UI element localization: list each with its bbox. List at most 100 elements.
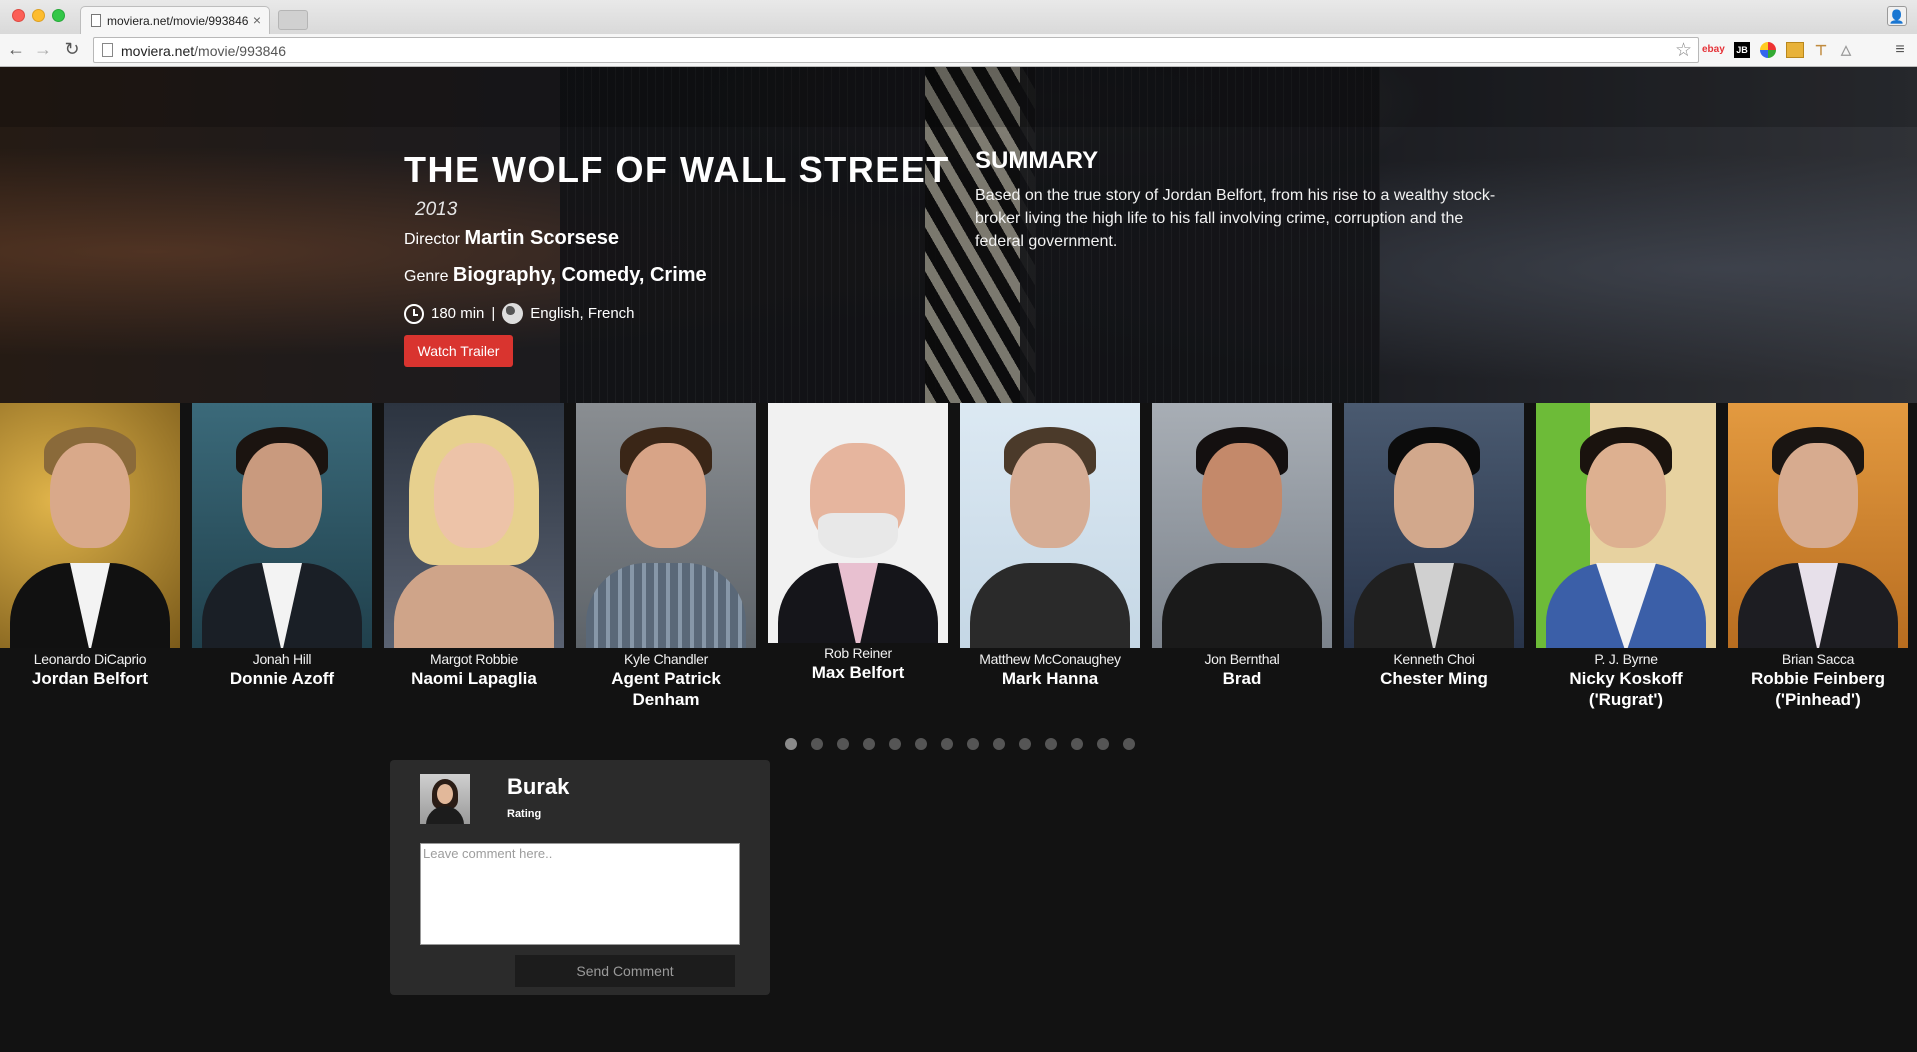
actor-name[interactable]: Jonah Hill	[192, 651, 372, 667]
cast-card[interactable]: P. J. Byrne Nicky Koskoff ('Rugrat')	[1536, 403, 1716, 710]
menu-icon[interactable]: ≡	[1893, 42, 1907, 58]
character-name: Max Belfort	[811, 663, 905, 682]
actor-name[interactable]: Kenneth Choi	[1344, 651, 1524, 667]
cast-card[interactable]: Margot Robbie Naomi Lapaglia	[384, 403, 564, 689]
browser-tab[interactable]: moviera.net/movie/993846 ×	[80, 6, 270, 34]
carousel-dot[interactable]	[1019, 738, 1031, 750]
actor-name[interactable]: Rob Reiner	[768, 645, 948, 661]
carousel-dot[interactable]	[889, 738, 901, 750]
window-maximize-button[interactable]	[52, 9, 65, 22]
page-content: THE WOLF OF WALL STREET 2013 Director Ma…	[0, 67, 1917, 1052]
browser-toolbar: ← → ↻ moviera.net/movie/993846 ☆ ebay JB…	[0, 34, 1917, 67]
cast-card[interactable]: Jon Bernthal Brad	[1152, 403, 1332, 689]
languages: English, French	[530, 305, 635, 322]
color-extension-icon[interactable]	[1760, 42, 1776, 58]
comment-input[interactable]	[420, 843, 740, 945]
new-tab-button[interactable]	[278, 10, 308, 30]
folder-extension-icon[interactable]	[1786, 42, 1804, 58]
address-url[interactable]: moviera.net/movie/993846	[121, 43, 286, 59]
director-row: Director Martin Scorsese	[404, 227, 619, 250]
tab-close-icon[interactable]: ×	[253, 12, 261, 28]
character-name: Nicky Koskoff ('Rugrat')	[1569, 669, 1683, 709]
cast-photo[interactable]	[1152, 403, 1332, 648]
reload-icon[interactable]: ↻	[61, 38, 83, 60]
jb-extension-icon[interactable]: JB	[1734, 42, 1750, 58]
watch-trailer-button[interactable]: Watch Trailer	[404, 335, 513, 367]
comment-username: Burak	[507, 774, 570, 799]
clock-icon	[404, 303, 424, 324]
movie-year: 2013	[415, 199, 458, 220]
actor-name[interactable]: Leonardo DiCaprio	[0, 651, 180, 667]
tab-title: moviera.net/movie/993846	[107, 14, 249, 28]
carousel-dot[interactable]	[811, 738, 823, 750]
separator: |	[491, 305, 496, 322]
summary-heading: SUMMARY	[975, 147, 1099, 174]
genre-label: Genre	[404, 268, 449, 285]
actor-name[interactable]: Jon Bernthal	[1152, 651, 1332, 667]
runtime: 180 min	[431, 305, 485, 322]
cast-card[interactable]: Kyle Chandler Agent Patrick Denham	[576, 403, 756, 710]
actor-name[interactable]: Kyle Chandler	[576, 651, 756, 667]
character-name: Chester Ming	[1380, 669, 1488, 688]
page-icon	[102, 43, 113, 57]
carousel-dot[interactable]	[1123, 738, 1135, 750]
runtime-language-row: 180 min | English, French	[404, 303, 635, 324]
actor-name[interactable]: Brian Sacca	[1728, 651, 1908, 667]
send-comment-button[interactable]: Send Comment	[515, 955, 735, 987]
cast-photo[interactable]	[384, 403, 564, 648]
cast-card[interactable]: Kenneth Choi Chester Ming	[1344, 403, 1524, 689]
back-icon[interactable]: ←	[5, 38, 27, 60]
director-name[interactable]: Martin Scorsese	[464, 227, 619, 249]
profile-icon[interactable]: 👤	[1887, 6, 1907, 26]
ebay-extension-icon[interactable]: ebay	[1702, 42, 1725, 58]
carousel-dot[interactable]	[993, 738, 1005, 750]
carousel-dot[interactable]	[1045, 738, 1057, 750]
carousel-dot[interactable]	[785, 738, 797, 750]
cast-photo[interactable]	[960, 403, 1140, 648]
cast-photo[interactable]	[1536, 403, 1716, 648]
globe-icon	[502, 303, 524, 324]
avatar	[420, 774, 470, 824]
director-label: Director	[404, 231, 461, 248]
comment-panel: Burak Rating Send Comment	[390, 760, 770, 995]
hero-backdrop: THE WOLF OF WALL STREET 2013 Director Ma…	[0, 67, 1917, 403]
carousel-dot[interactable]	[863, 738, 875, 750]
carousel-dot[interactable]	[967, 738, 979, 750]
character-name: Jordan Belfort	[31, 669, 149, 688]
carousel-pagination	[785, 738, 1149, 750]
cast-photo[interactable]	[1344, 403, 1524, 648]
character-name: Mark Hanna	[1001, 669, 1099, 688]
character-name: Agent Patrick Denham	[611, 669, 721, 709]
cast-card[interactable]: Brian Sacca Robbie Feinberg ('Pinhead')	[1728, 403, 1908, 710]
carousel-dot[interactable]	[915, 738, 927, 750]
forward-icon[interactable]: →	[32, 38, 54, 60]
genre-row: Genre Biography, Comedy, Crime	[404, 264, 707, 287]
actor-name[interactable]: Matthew McConaughey	[960, 651, 1140, 667]
cast-card[interactable]: Jonah Hill Donnie Azoff	[192, 403, 372, 689]
window-close-button[interactable]	[12, 9, 25, 22]
hammer-extension-icon[interactable]: ⊤	[1814, 42, 1828, 58]
summary-text: Based on the true story of Jordan Belfor…	[975, 187, 1496, 250]
cast-card[interactable]: Matthew McConaughey Mark Hanna	[960, 403, 1140, 689]
address-bar[interactable]: moviera.net/movie/993846 ☆	[93, 37, 1699, 63]
movie-title: THE WOLF OF WALL STREET	[404, 149, 950, 190]
actor-name[interactable]: P. J. Byrne	[1536, 651, 1716, 667]
genre-value: Biography, Comedy, Crime	[452, 264, 707, 286]
cast-photo[interactable]	[192, 403, 372, 648]
character-name: Brad	[1222, 669, 1262, 688]
cast-card[interactable]: Leonardo DiCaprio Jordan Belfort	[0, 403, 180, 689]
carousel-dot[interactable]	[1097, 738, 1109, 750]
cast-card[interactable]: Rob Reiner Max Belfort	[768, 403, 948, 683]
drive-extension-icon[interactable]: △	[1838, 42, 1854, 58]
actor-name[interactable]: Margot Robbie	[384, 651, 564, 667]
cast-photo[interactable]	[0, 403, 180, 648]
carousel-dot[interactable]	[941, 738, 953, 750]
cast-photo[interactable]	[576, 403, 756, 648]
bookmark-star-icon[interactable]: ☆	[1675, 39, 1692, 62]
rating-label[interactable]: Rating	[507, 808, 541, 820]
carousel-dot[interactable]	[1071, 738, 1083, 750]
window-minimize-button[interactable]	[32, 9, 45, 22]
cast-photo[interactable]	[768, 403, 948, 643]
cast-photo[interactable]	[1728, 403, 1908, 648]
carousel-dot[interactable]	[837, 738, 849, 750]
